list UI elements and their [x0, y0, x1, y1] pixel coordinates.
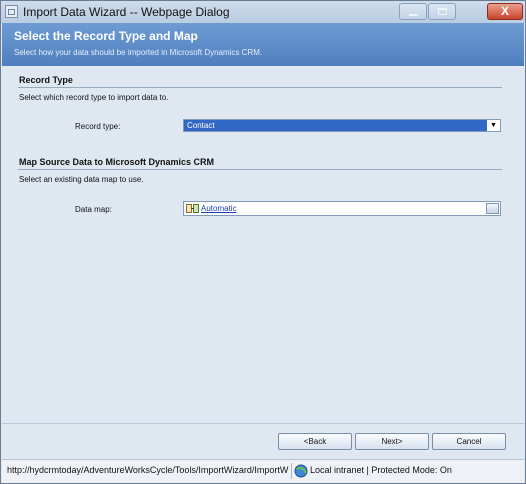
window-icon — [5, 5, 18, 18]
footer-divider — [2, 423, 524, 424]
page-title: Select the Record Type and Map — [14, 29, 198, 43]
data-map-description: Select an existing data map to use. — [19, 175, 144, 184]
record-type-label: Record type: — [75, 122, 121, 131]
data-map-link[interactable]: Automatic — [201, 203, 237, 214]
record-type-selected-value: Contact — [184, 120, 487, 131]
data-map-label: Data map: — [75, 205, 112, 214]
status-bar: http://hydcrmtoday/AdventureWorksCycle/T… — [2, 459, 524, 483]
security-zone: Local intranet | Protected Mode: On — [310, 465, 452, 475]
globe-icon — [294, 464, 308, 478]
minimize-button[interactable] — [399, 3, 427, 20]
lookup-icon[interactable] — [486, 203, 499, 214]
data-map-heading: Map Source Data to Microsoft Dynamics CR… — [19, 157, 215, 167]
page-subtitle: Select how your data should be imported … — [14, 48, 263, 57]
chevron-down-icon[interactable]: ▼ — [488, 121, 499, 130]
header-banner: Select the Record Type and Map Select ho… — [2, 23, 524, 66]
maximize-button[interactable] — [428, 3, 456, 20]
record-type-divider — [18, 87, 502, 88]
status-url: http://hydcrmtoday/AdventureWorksCycle/T… — [7, 465, 289, 475]
cancel-button[interactable]: Cancel — [432, 433, 506, 450]
record-type-description: Select which record type to import data … — [19, 93, 169, 102]
record-type-heading: Record Type — [19, 75, 73, 85]
dialog-window: Import Data Wizard -- Webpage Dialog X S… — [0, 0, 526, 484]
close-button[interactable]: X — [487, 3, 523, 20]
status-separator — [291, 463, 292, 479]
data-map-lookup-field[interactable]: Automatic — [183, 201, 501, 216]
title-bar: Import Data Wizard -- Webpage Dialog X — [1, 1, 525, 23]
record-type-select[interactable]: Contact ▼ — [183, 119, 501, 132]
window-title: Import Data Wizard -- Webpage Dialog — [23, 5, 230, 19]
back-button[interactable]: <Back — [278, 433, 352, 450]
data-map-divider — [18, 169, 502, 170]
next-button[interactable]: Next> — [355, 433, 429, 450]
data-map-icon — [186, 204, 199, 213]
